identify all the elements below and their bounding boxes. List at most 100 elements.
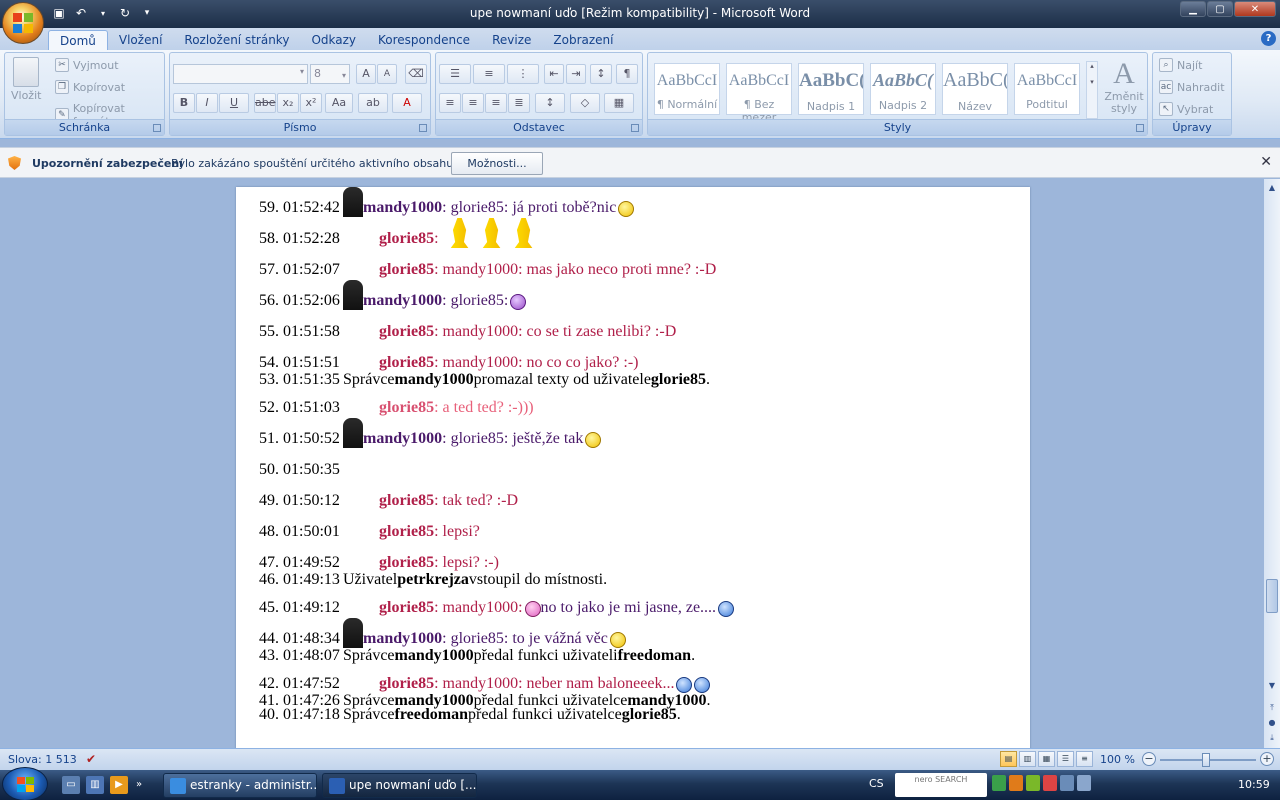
change-styles-button[interactable]: A Změnit styly xyxy=(1104,59,1144,115)
draft-icon[interactable]: ≡ xyxy=(1076,751,1093,767)
clear-format-button[interactable]: ⌫ xyxy=(405,64,427,84)
underline-button[interactable]: U xyxy=(219,93,249,113)
tray-icon[interactable] xyxy=(1026,775,1040,791)
minimize-button[interactable]: ▁ xyxy=(1180,1,1206,17)
select-button[interactable]: ↖ Vybrat xyxy=(1159,102,1213,116)
network-icon[interactable] xyxy=(1060,775,1074,791)
style-title[interactable]: AaBbC(Název xyxy=(942,63,1008,115)
tab-page-layout[interactable]: Rozložení stránky xyxy=(173,30,300,50)
switch-windows-icon[interactable]: ▥ xyxy=(86,776,104,794)
style-normal[interactable]: AaBbCcI ¶ Normální xyxy=(654,63,720,115)
italic-button[interactable]: I xyxy=(196,93,218,113)
clipboard-launcher-icon[interactable] xyxy=(153,124,161,132)
superscript-button[interactable]: x² xyxy=(300,93,322,113)
paste-button[interactable]: Vložit xyxy=(11,57,41,102)
line-number: 48. 01:50:01 xyxy=(259,523,340,540)
print-layout-icon[interactable]: ▤ xyxy=(1000,751,1017,767)
justify-button[interactable]: ≣ xyxy=(508,93,530,113)
increase-indent-button[interactable]: ⇥ xyxy=(566,64,586,84)
sort-button[interactable]: ↕ xyxy=(590,64,612,84)
proofing-icon[interactable]: ✔ xyxy=(86,752,102,766)
tray-icon[interactable] xyxy=(1043,775,1057,791)
subscript-button[interactable]: x₂ xyxy=(277,93,299,113)
strikethrough-button[interactable]: abe xyxy=(254,93,276,113)
task-browser[interactable]: estranky - administr... xyxy=(163,773,317,798)
task-word[interactable]: upe nowmaní uďo [... xyxy=(322,773,477,798)
document-page[interactable]: 59. 01:52:42 mandy1000: glorie85: já prot… xyxy=(236,187,1030,748)
clock[interactable]: 10:59 xyxy=(1238,778,1270,791)
zoom-level[interactable]: 100 % xyxy=(1100,753,1135,766)
message-text: : xyxy=(434,230,439,247)
change-case-button[interactable]: Aa xyxy=(325,93,353,113)
vertical-scrollbar[interactable]: ▲ ▼ ⤒ ● ⤓ xyxy=(1264,179,1280,748)
maximize-button[interactable]: ▢ xyxy=(1207,1,1233,17)
help-icon[interactable]: ? xyxy=(1261,31,1276,46)
outline-icon[interactable]: ☰ xyxy=(1057,751,1074,767)
bold-button[interactable]: B xyxy=(173,93,195,113)
zoom-slider-thumb[interactable] xyxy=(1202,753,1210,767)
previous-page-icon[interactable]: ⤒ xyxy=(1266,701,1278,715)
shading-button[interactable]: ◇ xyxy=(570,93,600,113)
style-no-spacing[interactable]: AaBbCcI ¶ Bez mezer xyxy=(726,63,792,124)
more-icon[interactable]: » xyxy=(134,776,144,794)
find-button[interactable]: ⌕ Najít xyxy=(1159,58,1202,72)
zoom-in-icon[interactable]: + xyxy=(1260,752,1274,766)
start-button[interactable] xyxy=(2,767,48,800)
tab-view[interactable]: Zobrazení xyxy=(542,30,624,50)
cut-button[interactable]: ✂ Vyjmout xyxy=(55,58,119,72)
styles-scroll[interactable]: ▴ ▾ xyxy=(1086,61,1098,119)
full-screen-reading-icon[interactable]: ▥ xyxy=(1019,751,1036,767)
show-marks-button[interactable]: ¶ xyxy=(616,64,638,84)
volume-icon[interactable] xyxy=(1077,775,1091,791)
line-number: 44. 01:48:34 xyxy=(259,630,340,647)
paragraph-launcher-icon[interactable] xyxy=(631,124,639,132)
next-page-icon[interactable]: ⤓ xyxy=(1266,731,1278,745)
media-player-icon[interactable]: ▶ xyxy=(110,776,128,794)
close-icon[interactable]: ✕ xyxy=(1260,154,1272,170)
font-size-combo[interactable]: 8 ▾ xyxy=(310,64,350,84)
web-layout-icon[interactable]: ▦ xyxy=(1038,751,1055,767)
tab-insert[interactable]: Vložení xyxy=(108,30,174,50)
tab-references[interactable]: Odkazy xyxy=(300,30,367,50)
language-indicator[interactable]: CS xyxy=(869,777,884,790)
tab-home[interactable]: Domů xyxy=(48,30,108,50)
highlight-button[interactable]: ab xyxy=(358,93,388,113)
nero-search-box[interactable]: nero SEARCH xyxy=(895,773,987,797)
copy-button[interactable]: ❐ Kopírovat xyxy=(55,80,125,94)
close-button[interactable]: ✕ xyxy=(1234,1,1276,17)
system-text: . xyxy=(676,706,681,723)
font-color-button[interactable]: A xyxy=(392,93,422,113)
style-subtitle[interactable]: AaBbCcI Podtitul xyxy=(1014,63,1080,115)
borders-button[interactable]: ▦ xyxy=(604,93,634,113)
line-spacing-button[interactable]: ↕ xyxy=(535,93,565,113)
align-right-button[interactable]: ≡ xyxy=(485,93,507,113)
style-heading-1[interactable]: AaBbC(Nadpis 1 xyxy=(798,63,864,115)
align-center-button[interactable]: ≡ xyxy=(462,93,484,113)
numbering-button[interactable]: ≡ xyxy=(473,64,505,84)
show-desktop-icon[interactable]: ▭ xyxy=(62,776,80,794)
scroll-down-icon[interactable]: ▼ xyxy=(1266,679,1278,693)
grow-font-button[interactable]: A xyxy=(356,64,376,84)
scrollbar-thumb[interactable] xyxy=(1266,579,1278,613)
arrow-icon[interactable] xyxy=(992,775,1006,791)
bullets-button[interactable]: ☰ xyxy=(439,64,471,84)
multilevel-list-button[interactable]: ⋮ xyxy=(507,64,539,84)
scroll-up-icon[interactable]: ▲ xyxy=(1266,181,1278,195)
shrink-font-button[interactable]: A xyxy=(377,64,397,84)
align-left-button[interactable]: ≡ xyxy=(439,93,461,113)
office-button[interactable] xyxy=(2,2,44,44)
security-options-button[interactable]: Možnosti... xyxy=(451,152,543,175)
decrease-indent-button[interactable]: ⇤ xyxy=(544,64,564,84)
replace-button[interactable]: ac Nahradit xyxy=(1159,80,1225,94)
word-count[interactable]: Slova: 1 513 xyxy=(8,753,77,766)
browse-object-icon[interactable]: ● xyxy=(1266,716,1278,730)
tab-mailings[interactable]: Korespondence xyxy=(367,30,481,50)
styles-launcher-icon[interactable] xyxy=(1136,124,1144,132)
zoom-out-icon[interactable]: − xyxy=(1142,752,1156,766)
font-launcher-icon[interactable] xyxy=(419,124,427,132)
tray-icon[interactable] xyxy=(1009,775,1023,791)
tab-review[interactable]: Revize xyxy=(481,30,542,50)
username: glorie85 xyxy=(379,492,435,509)
style-heading-2[interactable]: AaBbC(Nadpis 2 xyxy=(870,63,936,115)
font-name-combo[interactable]: ▾ xyxy=(173,64,308,84)
